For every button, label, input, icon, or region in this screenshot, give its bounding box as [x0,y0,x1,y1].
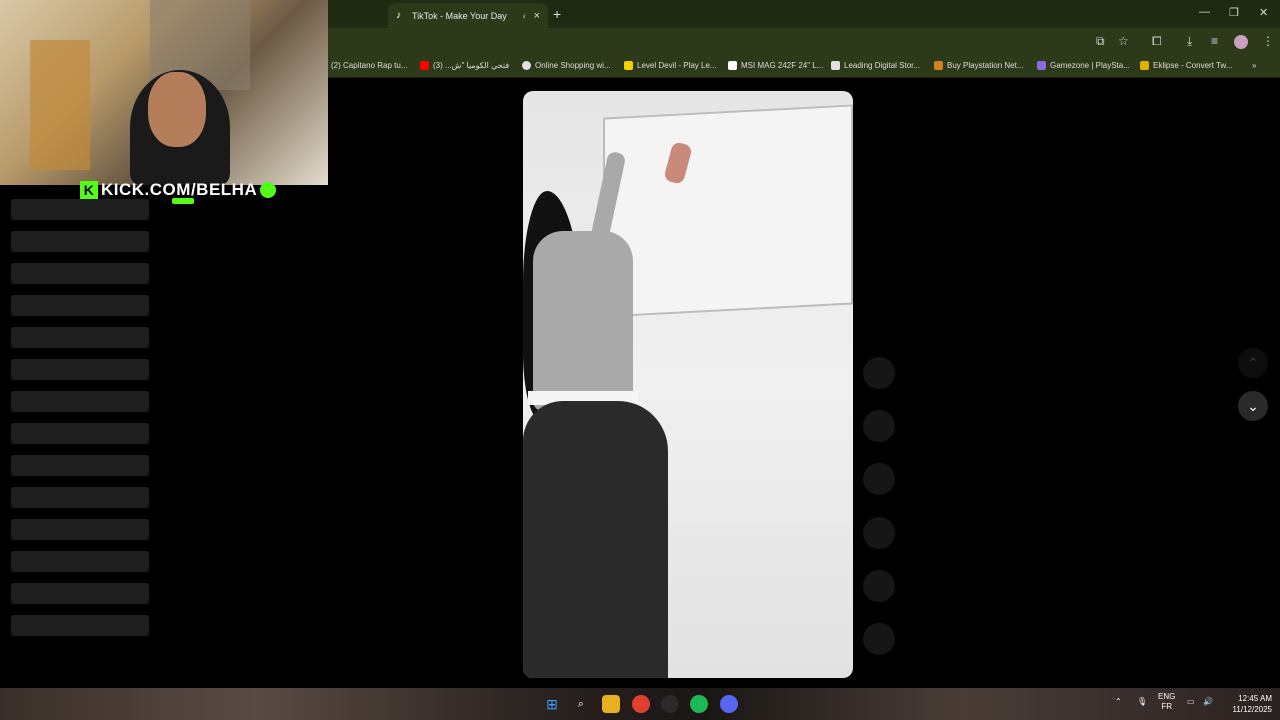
windows-start-icon[interactable]: ⊞ [543,695,561,713]
screen: ♪ TikTok - Make Your Day ◐ × + — ❐ ✕ ⧉ ☆… [0,0,1280,720]
kick-channel-text: KICK.COM/BELHA [101,180,258,199]
tab-tiktok[interactable]: ♪ TikTok - Make Your Day ◐ × [388,3,548,28]
profile-avatar[interactable] [1234,35,1248,49]
bookmark-item[interactable]: فتحي الكوميا "ش... (3) [420,61,509,70]
mute-icon[interactable]: ◐ [522,11,527,21]
bookmark-label: Eklipse - Convert Tw... [1153,61,1233,70]
bookmark-item[interactable]: Buy Playstation Net... [934,61,1023,70]
bookmark-label: فتحي الكوميا "ش... (3) [433,61,510,70]
obs-icon[interactable] [661,695,679,713]
file-explorer-icon[interactable] [602,695,620,713]
minimize-button[interactable]: — [1199,6,1210,18]
loading-placeholder [11,359,149,380]
loading-placeholder [11,327,149,348]
msi-icon [728,61,737,70]
comment-button[interactable] [863,463,895,495]
level-devil-icon [624,61,633,70]
bookmark-label: Level Devil - Play Le... [637,61,717,70]
tiktok-icon: ♪ [396,9,401,21]
webcam-overlay [0,0,328,185]
microphone-icon[interactable]: 🎙 [1137,697,1147,707]
eklipse-icon [1140,61,1149,70]
profile-action-button[interactable] [863,357,895,389]
verified-badge-icon [260,182,277,198]
save-button[interactable] [863,517,895,549]
bookmark-item[interactable]: MSI MAG 242F 24" L... [728,61,823,70]
site-icon [522,61,531,70]
network-icon[interactable]: ▭ [1187,697,1195,707]
chevron-up-icon: ⌃ [1247,354,1259,371]
video-player[interactable] [523,91,853,678]
bookmark-item[interactable]: Gamezone | PlaySta... [1037,61,1130,70]
media-control-icon[interactable]: ≡ [1211,34,1218,48]
gamezone-icon [1037,61,1046,70]
youtube-icon [420,61,429,70]
site-icon [831,61,840,70]
install-app-icon[interactable]: ⧉ [1096,34,1105,49]
language-indicator[interactable]: ENG FR [1158,692,1175,712]
next-video-button[interactable]: ⌄ [1238,391,1268,421]
discord-icon[interactable] [720,695,738,713]
streamer-face [148,72,206,147]
close-tab-icon[interactable]: × [534,10,540,22]
search-icon[interactable]: ⌕ [572,695,590,713]
bookmark-label: Gamezone | PlaySta... [1050,61,1130,70]
whiteboard [603,104,853,318]
webcam-background [30,40,90,170]
close-window-button[interactable]: ✕ [1259,6,1268,19]
bookmark-star-icon[interactable]: ☆ [1118,34,1129,48]
bookmark-item[interactable]: Level Devil - Play Le... [624,61,717,70]
loading-placeholder [11,615,149,636]
music-button[interactable] [863,623,895,655]
clock-date: 11/12/2025 [1232,705,1272,714]
store-icon [934,61,943,70]
kick-logo-icon: K [80,180,98,200]
new-tab-button[interactable]: + [553,6,561,22]
loading-placeholder [11,231,149,252]
video-subject [533,231,633,411]
bookmark-item[interactable]: Eklipse - Convert Tw... [1140,61,1232,70]
loading-placeholder [11,263,149,284]
system-clock[interactable]: 12:45 AM 11/12/2025 [1222,693,1272,715]
volume-icon[interactable]: 🔊 [1203,697,1213,707]
bookmark-item[interactable]: (2) Capitano Rap tu... [331,61,407,70]
chevron-right-icon: » [1252,61,1257,70]
bookmarks-overflow-button[interactable]: » [1252,61,1256,70]
bookmark-label: Buy Playstation Net... [947,61,1024,70]
loading-placeholder [11,519,149,540]
previous-video-button[interactable]: ⌃ [1238,348,1268,378]
like-button[interactable] [863,410,895,442]
video-subject [523,401,668,678]
bookmark-item[interactable]: Leading Digital Stor... [831,61,920,70]
language-primary: ENG [1158,692,1176,701]
bookmark-label: Leading Digital Stor... [844,61,921,70]
share-button[interactable] [863,570,895,602]
clock-time: 12:45 AM [1238,694,1272,703]
loading-placeholder [11,295,149,316]
bookmark-label: MSI MAG 242F 24" L... [741,61,824,70]
bookmark-label: (2) Capitano Rap tu... [331,61,408,70]
tray-overflow-icon[interactable]: ⌃ [1115,697,1122,707]
menu-icon[interactable]: ⋮ [1262,34,1274,48]
restore-button[interactable]: ❐ [1229,6,1239,19]
chrome-icon[interactable] [632,695,650,713]
loading-placeholder [11,423,149,444]
loading-placeholder [11,391,149,412]
bookmark-item[interactable]: Online Shopping wi... [522,61,611,70]
loading-placeholder [11,487,149,508]
loading-placeholder [11,199,149,220]
spotify-icon[interactable] [690,695,708,713]
extensions-icon[interactable]: ⧠ [1152,34,1162,49]
loading-placeholder [11,551,149,572]
live-tag [172,198,194,204]
chevron-down-icon: ⌄ [1247,397,1259,414]
language-secondary: FR [1161,702,1172,711]
bookmark-label: Online Shopping wi... [535,61,611,70]
download-icon[interactable]: ⤓ [1187,34,1192,49]
loading-placeholder [11,583,149,604]
kick-overlay: K KICK.COM/BELHA [80,180,277,200]
tab-title: TikTok - Make Your Day [412,10,507,21]
loading-placeholder [11,455,149,476]
